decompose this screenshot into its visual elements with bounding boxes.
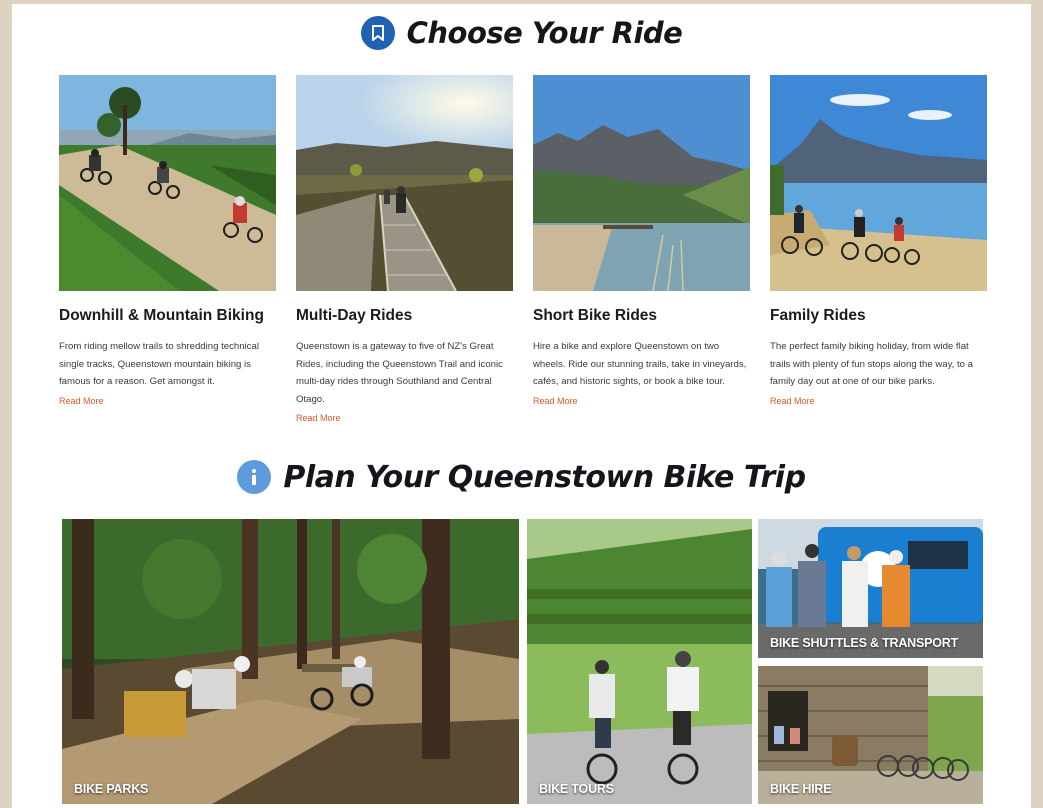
tile-label[interactable]: BIKE SHUTTLES & TRANSPORT [770,636,958,650]
card-title[interactable]: Family Rides [770,307,988,325]
card-short-bike-rides[interactable]: Short Bike Rides Hire a bike and explore… [533,75,751,409]
tile-bike-parks[interactable]: BIKE PARKS [62,519,519,804]
tile-label[interactable]: BIKE HIRE [770,782,832,796]
card-title[interactable]: Downhill & Mountain Biking [59,307,277,325]
tile-bike-shuttles-transport[interactable]: BIKE SHUTTLES & TRANSPORT [758,519,983,658]
card-downhill-mountain-biking[interactable]: Downhill & Mountain Biking From riding m… [59,75,277,409]
card-description: Hire a bike and explore Queenstown on tw… [533,341,747,387]
card-title[interactable]: Short Bike Rides [533,307,751,325]
card-description: The perfect family biking holiday, from … [770,341,974,387]
tile-label[interactable]: BIKE TOURS [539,782,614,796]
tile-bike-hire[interactable]: BIKE HIRE [758,666,983,804]
read-more-link[interactable]: Read More [59,396,104,406]
choose-your-ride-heading: Choose Your Ride [12,12,1031,54]
plan-trip-heading: Plan Your Queenstown Bike Trip [12,454,1031,500]
card-photo[interactable] [533,75,750,291]
card-photo[interactable] [770,75,987,291]
bookmark-icon [360,16,395,50]
tile-bike-tours[interactable]: BIKE TOURS [527,519,752,804]
read-more-link[interactable]: Read More [533,396,578,406]
card-multi-day-rides[interactable]: Multi-Day Rides Queenstown is a gateway … [296,75,514,426]
read-more-link[interactable]: Read More [296,413,341,423]
read-more-link[interactable]: Read More [770,396,815,406]
tile-label[interactable]: BIKE PARKS [74,782,148,796]
card-title[interactable]: Multi-Day Rides [296,307,514,325]
card-photo[interactable] [59,75,276,291]
card-description: Queenstown is a gateway to five of NZ's … [296,341,503,405]
info-icon [237,460,272,494]
section-title: Plan Your Queenstown Bike Trip [283,459,806,495]
card-description: From riding mellow trails to shredding t… [59,341,259,387]
section-title: Choose Your Ride [406,16,683,50]
content-panel: Choose Your Ride Downhill & Mountain Bik… [12,4,1031,808]
card-photo[interactable] [296,75,513,291]
card-family-rides[interactable]: Family Rides The perfect family biking h… [770,75,988,409]
